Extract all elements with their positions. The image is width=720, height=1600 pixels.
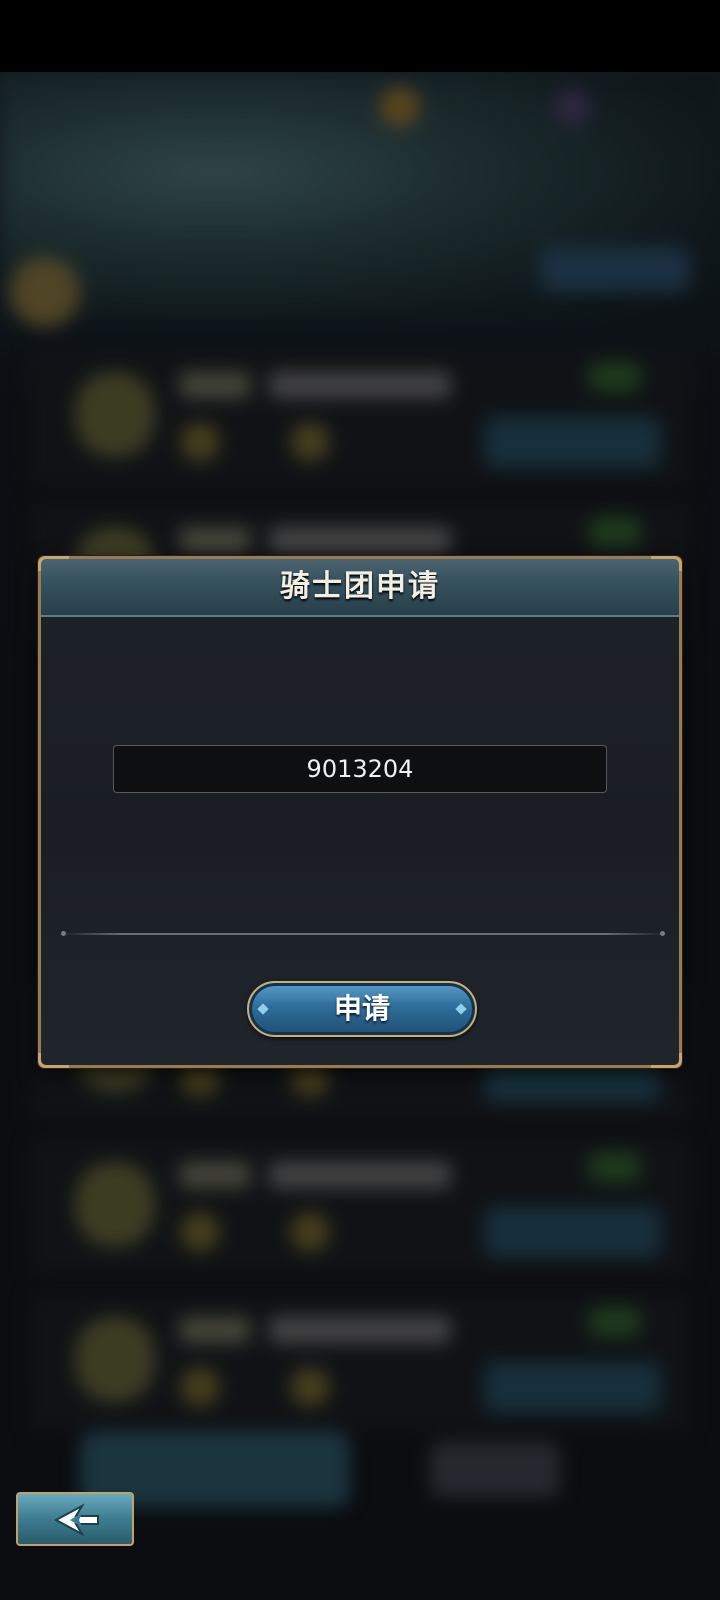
guild-id-input[interactable]: 9013204 <box>113 745 607 793</box>
frame-corner-ornament <box>651 1053 682 1068</box>
guild-apply-dialog: 骑士团申请 9013204 申请 <box>38 556 682 1068</box>
status-bar <box>0 0 720 72</box>
apply-button-label: 申请 <box>333 992 390 1025</box>
dialog-title: 骑士团申请 <box>280 569 440 604</box>
frame-corner-ornament <box>651 556 682 571</box>
diamond-ornament-icon <box>257 1003 269 1015</box>
frame-corner-ornament <box>38 556 69 571</box>
back-arrow-icon <box>53 1503 99 1537</box>
back-button[interactable] <box>16 1492 134 1546</box>
dialog-header: 骑士团申请 <box>41 559 679 617</box>
apply-button[interactable]: 申请 <box>247 981 477 1037</box>
diamond-ornament-icon <box>455 1003 467 1015</box>
frame-corner-ornament <box>38 1053 69 1068</box>
divider <box>61 931 665 936</box>
